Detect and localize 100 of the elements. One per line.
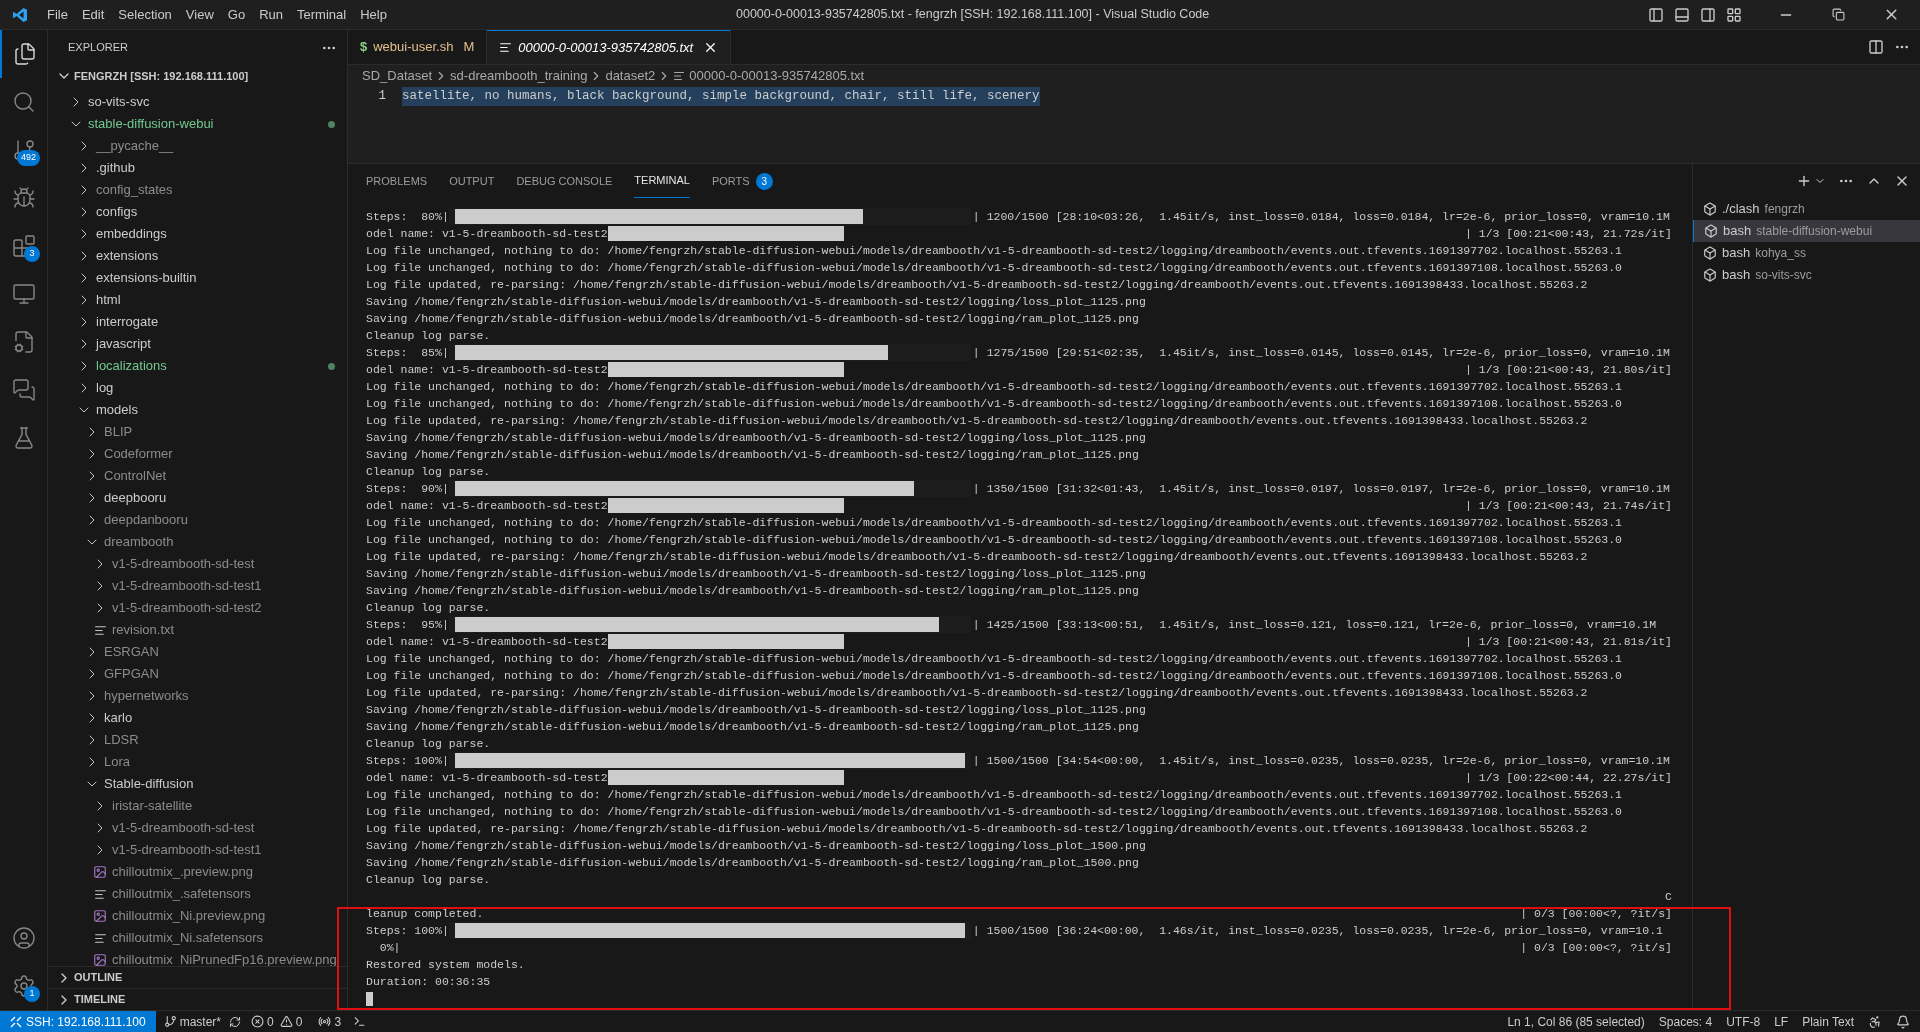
menu-item[interactable]: Terminal (290, 4, 354, 25)
tree-item[interactable]: hypernetworks (48, 685, 347, 707)
problems-indicator[interactable]: 0 0 (241, 1012, 313, 1031)
tree-item[interactable]: v1-5-dreambooth-sd-test1 (48, 839, 347, 861)
account-icon[interactable] (12, 926, 36, 950)
terminal-icon[interactable] (353, 1015, 367, 1028)
sync-icon[interactable] (229, 1015, 241, 1028)
panel-tab[interactable]: PORTS 3 (711, 164, 773, 198)
split-editor-icon[interactable] (1868, 39, 1884, 55)
restore-icon[interactable] (1832, 8, 1845, 21)
tree-item[interactable]: .github (48, 157, 347, 179)
collapsed-section[interactable]: OUTLINE (48, 966, 347, 988)
source-control-icon[interactable] (12, 138, 36, 162)
tree-item[interactable]: configs (48, 201, 347, 223)
chat-icon[interactable] (12, 378, 36, 402)
tree-item[interactable]: deepbooru (48, 487, 347, 509)
tree-item[interactable]: v1-5-dreambooth-sd-test1 (48, 575, 347, 597)
tree-item[interactable]: Lora (48, 751, 347, 773)
tree-item[interactable]: revision.txt (48, 619, 347, 641)
terminal-line: Cleanup log parse. (366, 327, 491, 344)
remote-indicator[interactable]: SSH: 192.168.111.100 (0, 1011, 156, 1032)
notifications-icon[interactable] (1896, 1014, 1910, 1029)
files-icon[interactable] (13, 42, 37, 66)
progress-stats: | 1275/1500 [29:51<02:35, 1.45it/s, inst_loss=0.0145, loss=0.0145, lr=2e-6, prior_loss=0, vram=10.1M (972, 344, 1670, 361)
breadcrumb[interactable]: 00000-0-00013-935742805.txt (689, 66, 865, 86)
tree-item[interactable]: v1-5-dreambooth-sd-test2 (48, 597, 347, 619)
error-icon (251, 1015, 264, 1028)
branch-indicator[interactable]: master* (155, 1012, 229, 1031)
run-debug-icon[interactable] (12, 186, 36, 210)
text-file-icon (93, 887, 107, 901)
tree-item[interactable]: extensions-builtin (48, 267, 347, 289)
terminal-list-item[interactable]: bash so-vits-svc (1693, 264, 1920, 286)
terminal-line: Duration: 00:36:35 (366, 973, 491, 990)
settings-icon[interactable] (12, 974, 36, 998)
tree-item[interactable]: models (48, 399, 347, 421)
toggle-sidebar-icon[interactable] (1648, 6, 1664, 23)
terminal-list-item[interactable]: ./clash fengrzh (1693, 198, 1920, 220)
status-item[interactable]: UTF-8 (1726, 1012, 1761, 1031)
layout-icon[interactable] (1726, 6, 1742, 23)
tree-item[interactable]: Stable-diffusion (48, 773, 347, 795)
panel-tab[interactable]: PROBLEMS (366, 164, 428, 198)
breadcrumb[interactable]: dataset2 (605, 66, 656, 86)
toggle-panel-icon[interactable] (1674, 6, 1690, 23)
panel-tab[interactable]: OUTPUT (449, 164, 495, 198)
new-terminal-icon[interactable] (1796, 173, 1812, 189)
tree-item[interactable]: html (48, 289, 347, 311)
tree-item[interactable]: ESRGAN (48, 641, 347, 663)
tree-item[interactable]: embeddings (48, 223, 347, 245)
tree-item[interactable]: chilloutmix_.safetensors (48, 883, 347, 905)
accessibility-icon[interactable] (1868, 1014, 1882, 1029)
remote-explorer-icon[interactable] (12, 282, 36, 306)
workspace-header[interactable]: FENGRZH [SSH: 192.168.111.100] (48, 65, 347, 87)
tree-item[interactable]: BLIP (48, 421, 347, 443)
tree-item[interactable]: GFPGAN (48, 663, 347, 685)
tree-item[interactable]: ControlNet (48, 465, 347, 487)
tree-item[interactable]: dreambooth (48, 531, 347, 553)
extensions-icon[interactable] (12, 234, 36, 258)
tree-item[interactable]: v1-5-dreambooth-sd-test (48, 553, 347, 575)
flask-icon[interactable] (12, 426, 36, 450)
ports-indicator[interactable]: 3 (312, 1012, 348, 1031)
tree-item[interactable]: extensions (48, 245, 347, 267)
breadcrumb[interactable]: sd-dreambooth_training (450, 66, 588, 86)
menu-item[interactable]: Edit (74, 4, 112, 25)
tree-item[interactable]: config_states (48, 179, 347, 201)
editor-tab[interactable]: 00000-0-00013-935742805.txt (487, 30, 732, 64)
tree-item[interactable]: LDSR (48, 729, 347, 751)
tree-item[interactable]: Codeformer (48, 443, 347, 465)
search-icon[interactable] (12, 90, 36, 114)
breadcrumb[interactable]: SD_Dataset (362, 66, 433, 86)
menu-item[interactable]: Selection (111, 4, 179, 25)
progress-label: Steps: 80%| (366, 208, 449, 225)
file-gear-icon[interactable] (12, 330, 36, 354)
menu-item[interactable]: Run (252, 4, 290, 25)
tree-item[interactable]: interrogate (48, 311, 347, 333)
tree-item[interactable]: karlo (48, 707, 347, 729)
tree-item[interactable]: __pycache__ (48, 135, 347, 157)
tree-item[interactable]: so-vits-svc (48, 91, 347, 113)
toggle-secondary-sidebar-icon[interactable] (1700, 6, 1716, 23)
menu-item[interactable]: View (178, 4, 221, 25)
tree-item[interactable]: chilloutmix_.preview.png (48, 861, 347, 883)
terminal-list-item[interactable]: bash stable-diffusion-webui (1693, 220, 1920, 242)
tree-item[interactable]: chilloutmix_Ni.preview.png (48, 905, 347, 927)
tree-item[interactable]: stable-diffusion-webui (48, 113, 347, 135)
tree-item[interactable]: chilloutmix_Ni.safetensors (48, 927, 347, 949)
terminal-list-item[interactable]: bash kohya_ss (1693, 242, 1920, 264)
menu-item[interactable]: File (40, 4, 75, 25)
menu-item[interactable]: Help (353, 4, 394, 25)
status-item[interactable]: Plain Text (1802, 1012, 1854, 1031)
tree-item[interactable]: log (48, 377, 347, 399)
panel-tab[interactable]: DEBUG CONSOLE (516, 164, 613, 198)
tree-item[interactable]: localizations (48, 355, 347, 377)
status-item[interactable]: LF (1774, 1012, 1789, 1031)
tree-item[interactable]: v1-5-dreambooth-sd-test (48, 817, 347, 839)
tree-item[interactable]: javascript (48, 333, 347, 355)
status-item[interactable]: Ln 1, Col 86 (85 selected) (1507, 1012, 1645, 1031)
tree-item[interactable]: deepdanbooru (48, 509, 347, 531)
status-item[interactable]: Spaces: 4 (1658, 1012, 1713, 1031)
menu-item[interactable]: Go (220, 4, 253, 25)
panel-tab[interactable]: TERMINAL (634, 164, 690, 198)
tree-item[interactable]: iristar-satellite (48, 795, 347, 817)
